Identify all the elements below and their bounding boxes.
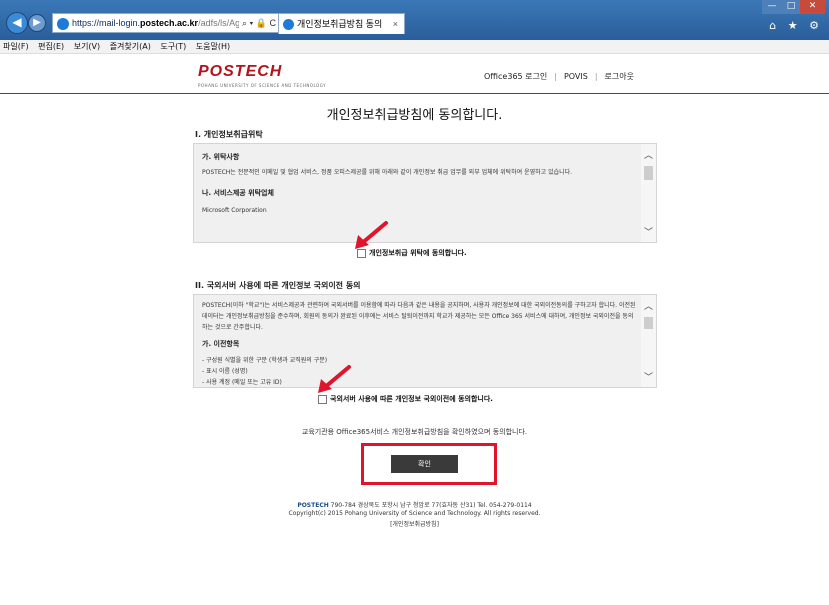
footer-address: POSTECH 790-784 경상북도 포항시 남구 청암로 77(효자동 산… [0,500,829,509]
menu-bar: 파일(F) 편집(E) 보기(V) 즐겨찾기(A) 도구(T) 도움말(H) [0,40,829,54]
close-window-button[interactable]: ✕ [800,0,825,14]
link-separator: | [594,72,598,81]
section2-scrollbox[interactable]: POSTECH(이하 "학교")는 서비스제공과 관련하여 국외서버를 이용함에… [193,294,657,388]
section2-scrollbar[interactable]: ︿ ﹀ [641,295,656,387]
menu-tools[interactable]: 도구(T) [160,42,186,51]
ie-logo-icon [57,17,69,30]
section1-sub2-title: 나. 서비스제공 위탁업체 [202,189,274,197]
forward-arrow-icon: ▶ [33,17,41,28]
home-favorites-tools-icons[interactable]: ⌂ ★ ⚙ [769,19,823,32]
section2-agree-row: 국외서버 사용에 따른 개인정보 국외이전에 동의합니다. [318,394,493,404]
section2-item-2: - 표시 이름 (성명) [202,368,248,375]
scroll-down-icon[interactable]: ﹀ [641,370,656,383]
tab-title: 개인정보취급방침 동의 [297,19,383,29]
scroll-up-icon[interactable]: ︿ [641,148,656,161]
section1-agree-label[interactable]: 개인정보취급 위탁에 동의합니다. [369,249,467,257]
postech-logo[interactable]: POSTECH [198,63,282,81]
address-controls[interactable]: ⌕ ▾ 🔒 C [238,14,276,32]
menu-file[interactable]: 파일(F) [3,42,29,51]
link-separator: | [554,72,557,81]
browser-titlebar: ◀ ▶ https://mail-login.postech.ac.kr/adf… [0,0,829,40]
tab-close-icon[interactable]: × [393,14,398,34]
section2-item-1: - 구성원 식별을 위한 구분 (학생과 교직원의 구분) [202,357,328,364]
section1-sub1-body: POSTECH는 전문적인 이메일 및 협업 서비스, 정품 오피스제공를 위해… [202,169,573,176]
section1-scrollbar[interactable]: ︿ ﹀ [641,144,656,242]
logo-subtitle: POHANG UNIVERSITY OF SCIENCE AND TECHNOL… [198,83,327,88]
maximize-button[interactable]: □ [782,0,800,14]
address-bar[interactable]: https://mail-login.postech.ac.kr/adfs/ls… [52,13,279,33]
page-title: 개인정보취급방침에 동의합니다. [326,108,503,123]
menu-edit[interactable]: 편집(E) [38,42,64,51]
povis-link[interactable]: POVIS [564,72,588,81]
section2-body: POSTECH(이하 "학교")는 서비스제공과 관련하여 국외서버를 이용함에… [202,302,636,331]
back-arrow-icon: ◀ [12,15,22,29]
confirm-note: 교육기관용 Office365서비스 개인정보취급방침을 확인하였으며 동의합니… [301,428,528,436]
top-links: Office365 로그인 | POVIS | 로그아웃 [484,71,634,82]
tab-ie-icon [283,19,294,31]
scroll-down-icon[interactable]: ﹀ [641,225,656,238]
office365-login-link[interactable]: Office365 로그인 [484,72,547,81]
header-divider [0,93,829,94]
privacy-policy-link[interactable]: [개인정보취급방침] [0,519,829,528]
section1-scrollbox[interactable]: 가. 위탁사항 POSTECH는 전문적인 이메일 및 협업 서비스, 정품 오… [193,143,657,243]
section1-sub1-title: 가. 위탁사항 [202,153,240,161]
window-controls: — □ ✕ [762,0,825,14]
scroll-thumb[interactable] [644,166,653,180]
forward-button[interactable]: ▶ [28,14,46,32]
page-content: POSTECH POHANG UNIVERSITY OF SCIENCE AND… [0,54,829,605]
section1-heading: I. 개인정보취급위탁 [195,130,263,139]
section2-heading: II. 국외서버 사용에 따른 개인정보 국외이전 동의 [195,281,361,290]
footer-copyright: Copyright(c) 2015 Pohang University of S… [288,510,541,517]
footer-org: POSTECH [297,502,329,509]
menu-help[interactable]: 도움말(H) [196,42,230,51]
logout-link[interactable]: 로그아웃 [605,72,634,81]
section2-sub-title: 가. 이전항목 [202,340,240,348]
tab-agreement[interactable]: 개인정보취급방침 동의 × [278,13,405,34]
url-prefix: https://mail-login. [72,18,141,28]
section1-sub2-body: Microsoft Corporation [202,207,267,214]
scroll-thumb[interactable] [644,317,653,329]
confirm-button[interactable]: 확인 [391,455,458,473]
url-domain: postech.ac.kr [140,18,199,28]
footer-address-text: 790-784 경상북도 포항시 남구 청암로 77(효자동 산31) Tel.… [328,502,532,509]
red-arrow-icon [318,365,351,393]
scroll-up-icon[interactable]: ︿ [641,299,656,312]
section2-item-3: - 사용 계정 (메일 또는 고유 ID) [202,379,282,386]
minimize-button[interactable]: — [762,0,782,14]
menu-view[interactable]: 보기(V) [74,42,100,51]
section2-agree-checkbox[interactable] [318,394,327,404]
section2-agree-label[interactable]: 국외서버 사용에 따른 개인정보 국외이전에 동의합니다. [330,395,493,403]
menu-favorites[interactable]: 즐겨찾기(A) [110,42,151,51]
back-button[interactable]: ◀ [6,12,28,34]
red-arrow-icon [355,221,388,249]
